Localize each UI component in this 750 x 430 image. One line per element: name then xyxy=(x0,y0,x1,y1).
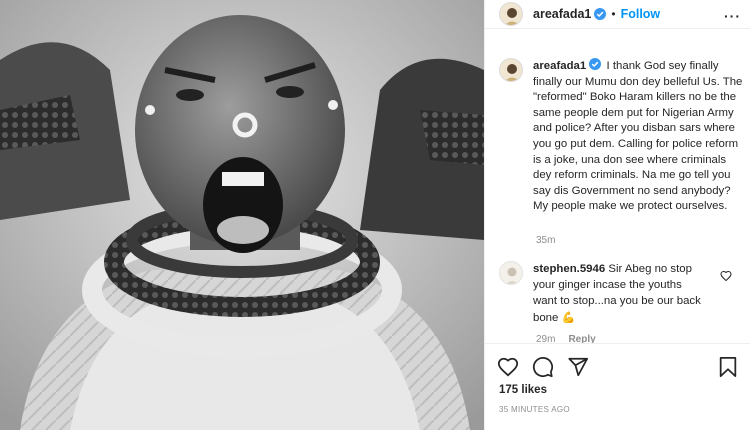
author-avatar[interactable] xyxy=(499,2,523,26)
bookmark-icon[interactable] xyxy=(717,356,739,378)
caption-verified-badge-icon xyxy=(589,58,602,70)
share-icon[interactable] xyxy=(567,356,589,378)
post-photo[interactable] xyxy=(0,0,484,430)
caption-username[interactable]: areafada1 xyxy=(533,60,586,72)
caption-avatar[interactable] xyxy=(499,58,523,82)
author-username[interactable]: areafada1 xyxy=(533,7,591,21)
header-separator: • xyxy=(611,7,616,21)
post-header: areafada1 • Follow ··· xyxy=(485,0,750,29)
commenter-avatar[interactable] xyxy=(499,261,523,285)
more-icon[interactable]: ··· xyxy=(724,8,741,24)
caption-body: areafada1 I thank God sey finally finall… xyxy=(533,58,747,215)
caption: areafada1 I thank God sey finally finall… xyxy=(499,58,749,215)
commenter-username[interactable]: stephen.5946 xyxy=(533,263,605,275)
caption-time: 35m xyxy=(536,235,556,246)
caption-avatar-image xyxy=(500,59,522,81)
action-icons xyxy=(497,356,589,378)
verified-badge-icon xyxy=(594,8,607,20)
likes-count[interactable]: 175 likes xyxy=(499,384,547,396)
post-details-panel: areafada1 • Follow ··· areafada1 I thank… xyxy=(484,0,750,430)
follow-button[interactable]: Follow xyxy=(621,7,661,21)
comment-body: stephen.5946 Sir Abeg no stop your ginge… xyxy=(533,261,708,326)
comment-item: stephen.5946 Sir Abeg no stop your ginge… xyxy=(499,261,749,326)
comment-emoji: 💪 xyxy=(561,311,576,324)
heart-icon[interactable] xyxy=(497,356,519,378)
posted-time: 35 MINUTES AGO xyxy=(499,405,570,414)
small-heart-icon[interactable] xyxy=(720,270,732,282)
commenter-avatar-image xyxy=(500,262,522,284)
author-avatar-image xyxy=(500,3,522,25)
comment-icon[interactable] xyxy=(532,356,554,378)
action-bar: 175 likes 35 MINUTES AGO xyxy=(485,343,750,430)
post-photo-image xyxy=(0,0,484,430)
caption-text: I thank God sey finally finally our Mumu… xyxy=(533,60,743,213)
